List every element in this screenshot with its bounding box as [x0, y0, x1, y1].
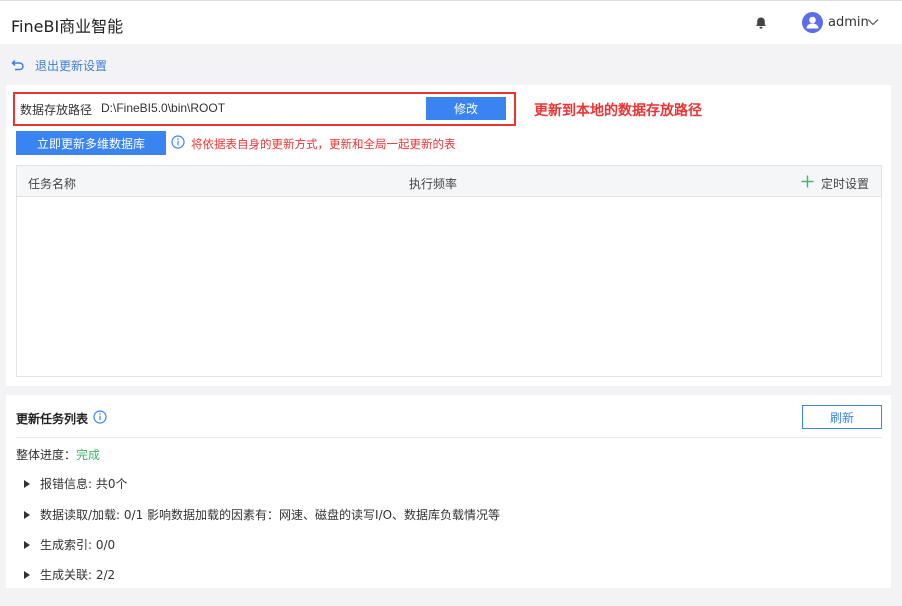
task-item-label: 生成关联: 2/2	[40, 568, 116, 582]
expand-triangle-icon	[24, 570, 30, 579]
overall-progress: 整体进度：完成	[16, 446, 100, 463]
expand-triangle-icon	[24, 479, 30, 488]
progress-label: 整体进度：	[16, 448, 77, 462]
task-info-icon[interactable]	[93, 410, 107, 424]
progress-status: 完成	[76, 448, 101, 462]
path-label: 数据存放路径	[20, 103, 93, 117]
task-item-label: 生成索引: 0/0	[40, 538, 116, 552]
undo-arrow-icon	[11, 59, 24, 71]
expand-triangle-icon	[24, 540, 30, 549]
divider	[16, 437, 882, 438]
update-cube-now-button[interactable]: 立即更新多维数据库	[16, 131, 166, 155]
path-annotation: 更新到本地的数据存放路径	[534, 103, 702, 119]
chevron-down-icon[interactable]	[867, 17, 879, 27]
top-bar: FineBI商业智能 admin	[0, 0, 902, 44]
task-item-data-loading[interactable]: 数据读取/加载: 0/1 影响数据加载的因素有：网速、磁盘的读写I/O、数据库负…	[24, 506, 500, 523]
schedule-table: 任务名称 执行频率 定时设置	[16, 165, 882, 377]
avatar[interactable]	[802, 12, 823, 33]
schedule-setting-button[interactable]: 定时设置	[821, 175, 869, 192]
update-info-text: 将依据表自身的更新方式，更新和全局一起更新的表	[191, 137, 456, 151]
task-list-title: 更新任务列表	[16, 412, 89, 426]
refresh-button[interactable]: 刷新	[802, 405, 882, 429]
exit-update-settings-label: 退出更新设置	[35, 58, 108, 73]
task-item-label: 数据读取/加载: 0/1 影响数据加载的因素有：网速、磁盘的读写I/O、数据库负…	[40, 508, 501, 522]
user-name[interactable]: admin	[828, 15, 869, 30]
task-item-relations[interactable]: 生成关联: 2/2	[24, 566, 115, 583]
path-value: D:\FineBI5.0\bin\ROOT	[101, 101, 226, 115]
modify-path-button[interactable]: 修改	[426, 97, 506, 120]
plus-icon[interactable]	[801, 175, 814, 188]
column-frequency: 执行频率	[409, 177, 458, 191]
bell-icon[interactable]	[754, 16, 768, 30]
info-icon	[171, 135, 185, 149]
user-icon	[806, 16, 819, 29]
task-list-panel	[6, 395, 891, 588]
column-task-name: 任务名称	[28, 177, 77, 191]
app-title: FineBI商业智能	[11, 17, 124, 36]
task-item-errors[interactable]: 报错信息: 共0个	[24, 475, 128, 492]
expand-triangle-icon	[24, 510, 30, 519]
task-item-label: 报错信息: 共0个	[40, 477, 128, 491]
table-header: 任务名称 执行频率 定时设置	[17, 166, 881, 197]
task-item-indexing[interactable]: 生成索引: 0/0	[24, 536, 115, 553]
exit-update-settings-link[interactable]: 退出更新设置	[11, 57, 107, 73]
